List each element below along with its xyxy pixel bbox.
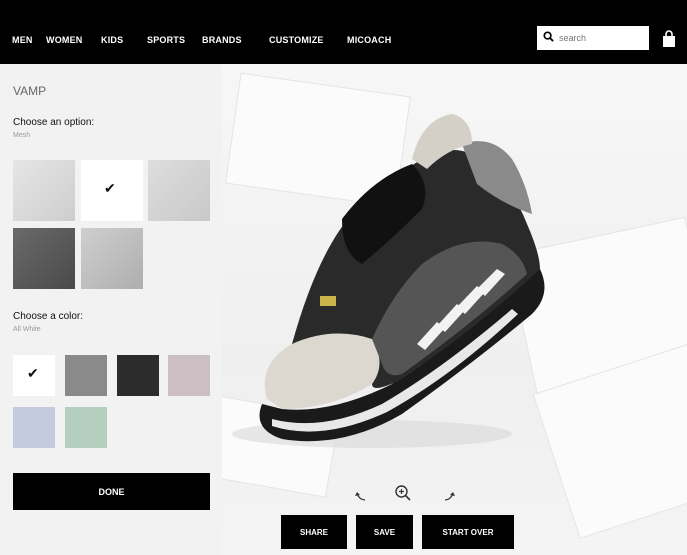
nav-brands[interactable]: BRANDS: [202, 35, 242, 45]
option-swatch-3[interactable]: [148, 160, 210, 221]
option-swatch-2-selected[interactable]: ✔: [81, 160, 143, 221]
color-selected-value: All White: [13, 326, 41, 333]
search-input[interactable]: [559, 26, 645, 50]
nav-men[interactable]: MEN: [12, 35, 33, 45]
nav-women[interactable]: WOMEN: [46, 35, 83, 45]
nav-sports[interactable]: SPORTS: [147, 35, 185, 45]
option-swatch-5[interactable]: [81, 228, 143, 289]
color-swatch-black[interactable]: [117, 355, 159, 396]
search-box[interactable]: [537, 26, 649, 50]
color-swatch-grey[interactable]: [65, 355, 107, 396]
panel-title: VAMP: [13, 84, 47, 98]
share-button[interactable]: SHARE: [281, 515, 347, 549]
start-over-button[interactable]: START OVER: [422, 515, 514, 549]
color-swatch-white-selected[interactable]: ✔: [13, 355, 55, 396]
save-button[interactable]: SAVE: [356, 515, 413, 549]
zoom-icon[interactable]: [394, 484, 412, 502]
checkmark-icon: ✔: [104, 180, 116, 196]
shopping-bag-icon[interactable]: [661, 30, 677, 48]
checkmark-icon: ✔: [27, 365, 39, 381]
color-swatch-green[interactable]: [65, 407, 107, 448]
top-navigation-bar: MEN WOMEN KIDS SPORTS BRANDS CUSTOMIZE M…: [0, 0, 687, 64]
color-swatch-pink[interactable]: [168, 355, 210, 396]
product-preview: [222, 64, 687, 555]
option-label: Choose an option:: [13, 117, 95, 128]
option-selected-value: Mesh: [13, 132, 31, 139]
color-swatch-blue[interactable]: [13, 407, 55, 448]
done-button[interactable]: DONE: [13, 473, 210, 510]
nav-micoach[interactable]: MICOACH: [347, 35, 391, 45]
search-icon[interactable]: [543, 31, 554, 42]
rotate-right-icon[interactable]: [443, 490, 457, 502]
nav-customize[interactable]: CUSTOMIZE: [269, 35, 324, 45]
option-swatch-1[interactable]: [13, 160, 75, 221]
color-label: Choose a color:: [13, 311, 84, 322]
sneaker-image: [232, 114, 545, 448]
option-swatch-4[interactable]: [13, 228, 75, 289]
rotate-left-icon[interactable]: [353, 490, 367, 502]
nav-kids[interactable]: KIDS: [101, 35, 123, 45]
